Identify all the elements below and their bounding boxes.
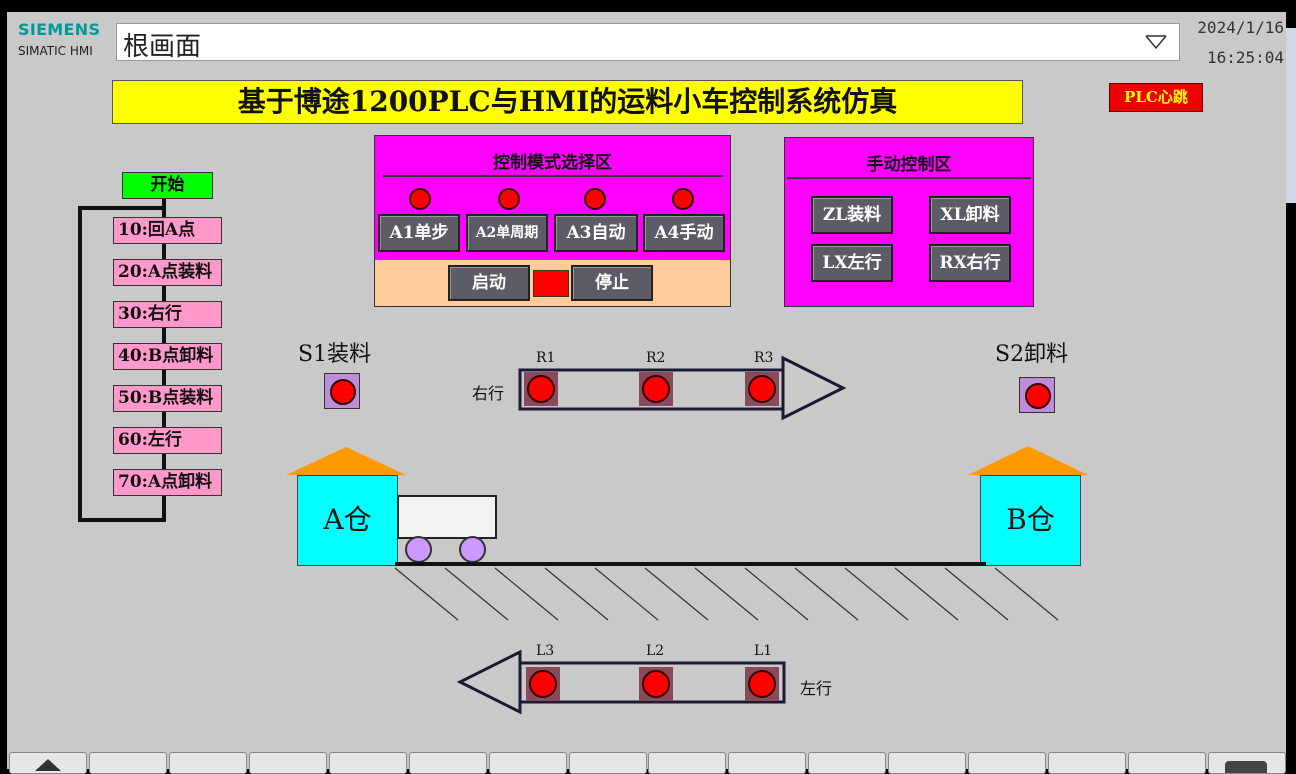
screen-selector[interactable]: 根画面 xyxy=(116,23,1180,62)
start-button[interactable]: 启动 xyxy=(448,265,530,301)
cart-wheel-left xyxy=(405,536,432,563)
r1-indicator xyxy=(524,372,558,406)
step-60: 60:左行 xyxy=(113,427,222,454)
cart-wheel-right xyxy=(459,536,486,563)
time-display: 16:25:04 xyxy=(1206,48,1284,67)
warehouse-b: B仓 xyxy=(980,475,1081,566)
r2-label: R2 xyxy=(646,350,666,366)
l1-indicator xyxy=(745,667,779,701)
r3-indicator xyxy=(745,372,779,406)
step-50: 50:B点装料 xyxy=(113,385,222,412)
keyboard-icon xyxy=(1225,761,1267,773)
zl-load-button[interactable]: ZL装料 xyxy=(811,196,893,234)
stop-button[interactable]: 停止 xyxy=(571,265,653,301)
right-direction-arrow xyxy=(518,355,847,421)
manual-panel-title: 手动控制区 xyxy=(866,155,952,175)
step-70: 70:A点卸料 xyxy=(113,469,222,496)
warehouse-a-roof xyxy=(286,447,406,475)
mode-a3-button[interactable]: A3自动 xyxy=(554,214,638,252)
s2-led xyxy=(1025,383,1051,409)
siemens-logo: SIEMENS xyxy=(18,20,101,39)
home-button[interactable] xyxy=(9,752,87,774)
track-ground xyxy=(394,562,1059,621)
right-move-label: 右行 xyxy=(472,384,505,403)
mode-panel-title: 控制模式选择区 xyxy=(493,153,612,173)
r1-label: R1 xyxy=(536,350,556,366)
l3-indicator xyxy=(526,667,560,701)
step-10: 10:回A点 xyxy=(113,217,222,244)
chevron-down-icon[interactable] xyxy=(1145,34,1167,50)
l2-led xyxy=(642,670,670,698)
xl-unload-button[interactable]: XL卸料 xyxy=(929,196,1011,234)
step-40: 40:B点卸料 xyxy=(113,343,222,370)
r3-led xyxy=(748,375,776,403)
mode-a2-button[interactable]: A2单周期 xyxy=(466,214,548,252)
plc-heartbeat-indicator: PLC心跳 xyxy=(1109,83,1203,112)
l3-led xyxy=(529,670,557,698)
function-key-6[interactable] xyxy=(489,752,567,774)
screen-name: 根画面 xyxy=(123,32,202,62)
r1-led xyxy=(527,375,555,403)
warehouse-a: A仓 xyxy=(297,475,398,566)
mode-a4-led xyxy=(672,188,694,210)
function-key-10[interactable] xyxy=(808,752,886,774)
lx-left-button[interactable]: LX左行 xyxy=(811,244,893,282)
function-key-8[interactable] xyxy=(648,752,726,774)
l3-label: L3 xyxy=(536,643,555,659)
simatic-hmi-label: SIMATIC HMI xyxy=(18,44,93,58)
left-move-label: 左行 xyxy=(800,679,833,698)
function-key-7[interactable] xyxy=(569,752,647,774)
s1-load-sensor xyxy=(324,373,360,409)
divider xyxy=(787,177,1031,179)
step-20: 20:A点装料 xyxy=(113,259,222,286)
function-key-9[interactable] xyxy=(728,752,806,774)
l1-label: L1 xyxy=(754,643,773,659)
mode-a1-led xyxy=(409,188,431,210)
cart-body xyxy=(397,495,497,539)
s1-led xyxy=(330,379,356,405)
home-icon xyxy=(35,759,61,771)
page-title: 基于博途1200PLC与HMI的运料小车控制系统仿真 xyxy=(112,80,1023,124)
mode-a2-led xyxy=(498,188,520,210)
s2-unload-label: S2卸料 xyxy=(995,342,1069,367)
l2-indicator xyxy=(639,667,673,701)
function-key-3[interactable] xyxy=(249,752,327,774)
mode-a4-button[interactable]: A4手动 xyxy=(643,214,725,252)
function-key-5[interactable] xyxy=(409,752,487,774)
function-key-2[interactable] xyxy=(169,752,247,774)
side-panel-edge xyxy=(1286,28,1296,203)
warehouse-b-roof xyxy=(968,446,1088,475)
mode-a1-button[interactable]: A1单步 xyxy=(378,214,460,252)
function-key-15[interactable] xyxy=(1208,752,1286,774)
mode-select-panel: 控制模式选择区 A1单步 A2单周期 A3自动 A4手动 启动 停止 xyxy=(374,135,731,307)
divider xyxy=(383,175,723,177)
s2-unload-sensor xyxy=(1019,377,1055,413)
function-key-13[interactable] xyxy=(1048,752,1126,774)
run-indicator xyxy=(533,270,569,297)
manual-control-panel: 手动控制区 ZL装料 XL卸料 LX左行 RX右行 xyxy=(784,137,1034,307)
r3-label: R3 xyxy=(754,350,774,366)
function-key-12[interactable] xyxy=(968,752,1046,774)
function-key-11[interactable] xyxy=(888,752,966,774)
s1-load-label: S1装料 xyxy=(298,342,372,367)
l2-label: L2 xyxy=(646,643,665,659)
step-30: 30:右行 xyxy=(113,301,222,328)
left-direction-arrow xyxy=(456,649,786,715)
function-key-1[interactable] xyxy=(89,752,167,774)
l1-led xyxy=(748,670,776,698)
r2-led xyxy=(642,375,670,403)
rx-right-button[interactable]: RX右行 xyxy=(929,244,1011,282)
function-key-14[interactable] xyxy=(1128,752,1206,774)
date-display: 2024/1/16 xyxy=(1197,18,1284,37)
function-key-4[interactable] xyxy=(329,752,407,774)
mode-a3-led xyxy=(584,188,606,210)
r2-indicator xyxy=(639,372,673,406)
